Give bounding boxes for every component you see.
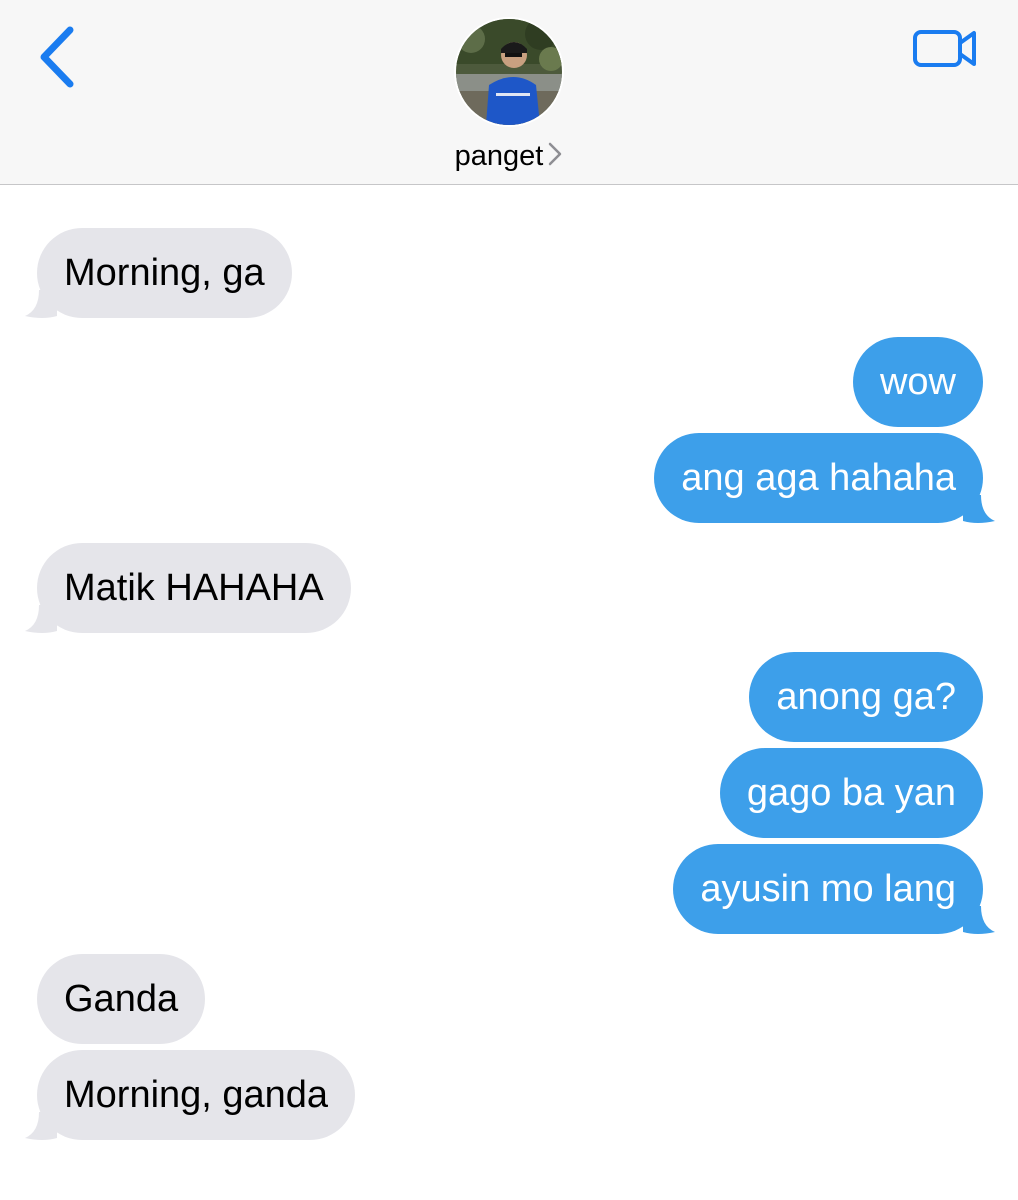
avatar-photo	[456, 19, 562, 125]
conversation-header: panget	[0, 0, 1018, 185]
outgoing-message-bubble[interactable]: ayusin mo lang	[673, 844, 995, 934]
outgoing-message-bubble[interactable]: ang aga hahaha	[654, 433, 995, 523]
incoming-message-bubble[interactable]: Morning, ganda	[25, 1050, 356, 1140]
message-text: anong ga?	[776, 676, 956, 718]
bubble-tail	[25, 1112, 57, 1140]
message-thread[interactable]: Morning, ga wow ang aga hahaha Matik HAH…	[0, 185, 1018, 1200]
message-text: ang aga hahaha	[681, 457, 956, 499]
outgoing-message-bubble[interactable]: anong ga?	[749, 652, 983, 742]
video-camera-icon	[913, 30, 976, 67]
back-button[interactable]	[28, 22, 88, 92]
incoming-message-bubble[interactable]: Morning, ga	[25, 228, 292, 318]
outgoing-message-bubble[interactable]: wow	[852, 337, 983, 427]
message-text: Ganda	[64, 978, 179, 1020]
message-text: wow	[879, 361, 956, 403]
bubble-tail	[963, 906, 995, 934]
bubble-tail	[25, 605, 57, 633]
incoming-message-bubble[interactable]: Ganda	[37, 954, 206, 1044]
bubble-tail	[963, 495, 995, 523]
video-call-button[interactable]	[906, 22, 986, 76]
message-text: ayusin mo lang	[700, 868, 956, 910]
message-text: Matik HAHAHA	[64, 567, 324, 609]
contact-name-button[interactable]: panget	[0, 136, 1018, 176]
outgoing-message-bubble[interactable]: gago ba yan	[719, 748, 983, 838]
chevron-left-icon	[40, 26, 74, 88]
incoming-message-bubble[interactable]: Matik HAHAHA	[25, 543, 351, 633]
message-text: gago ba yan	[746, 772, 956, 814]
contact-name: panget	[454, 140, 544, 172]
bubble-tail	[25, 290, 57, 318]
chevron-right-icon	[549, 143, 562, 166]
message-text: Morning, ganda	[64, 1074, 329, 1116]
message-text: Morning, ga	[64, 252, 265, 294]
contact-avatar[interactable]	[454, 17, 564, 127]
